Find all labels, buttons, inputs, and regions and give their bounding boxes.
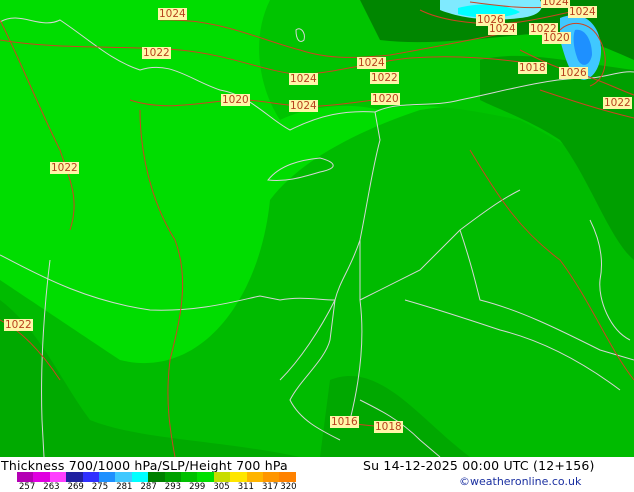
colorbar-tick-label: 269 bbox=[67, 482, 84, 492]
colorbar-tick-label: 257 bbox=[19, 482, 36, 492]
isobar-label: 1024 bbox=[568, 6, 597, 18]
isobar-label: 1022 bbox=[4, 319, 33, 331]
isobar-label: 1024 bbox=[289, 73, 318, 85]
colorbar-segment bbox=[246, 472, 264, 482]
colorbar-segment bbox=[66, 472, 84, 482]
colorbar-tick-label: 320 bbox=[280, 482, 297, 492]
colorbar-segment bbox=[17, 472, 34, 482]
isobar-label: 1022 bbox=[142, 47, 171, 59]
colorbar-segment bbox=[263, 472, 280, 482]
isobar-label: 1024 bbox=[541, 0, 570, 8]
colorbar-segment bbox=[164, 472, 182, 482]
colorbar-segment bbox=[279, 472, 297, 482]
colorbar-segment bbox=[230, 472, 248, 482]
colorbar-segment bbox=[213, 472, 231, 482]
isobar-label: 1018 bbox=[374, 421, 403, 433]
colorbar-tick-label: 281 bbox=[116, 482, 133, 492]
colorbar-segment bbox=[197, 472, 215, 482]
map-footer: Thickness 700/1000 hPa/SLP/Height 700 hP… bbox=[0, 457, 634, 492]
colorbar-segment bbox=[115, 472, 133, 482]
isobar-label: 1016 bbox=[330, 416, 359, 428]
weather-map: 1024 1022 1024 1024 1022 1020 1024 1020 … bbox=[0, 0, 634, 457]
colorbar-segment bbox=[99, 472, 116, 482]
colorbar-segment bbox=[49, 472, 67, 482]
isobar-label: 1020 bbox=[542, 32, 571, 44]
credit-link[interactable]: ©weatheronline.co.uk bbox=[459, 475, 581, 488]
isobar-label: 1026 bbox=[559, 67, 588, 79]
colorbar-tick-label: 311 bbox=[237, 482, 254, 492]
colorbar-tick-label: 263 bbox=[43, 482, 60, 492]
isobar-label: 1024 bbox=[488, 23, 517, 35]
colorbar-tick-label: 293 bbox=[164, 482, 182, 492]
colorbar-segment bbox=[148, 472, 166, 482]
isobar-label: 1024 bbox=[289, 100, 318, 112]
colorbar-tick-label: 299 bbox=[189, 482, 206, 492]
isobar-label: 1020 bbox=[221, 94, 250, 106]
colorbar-tick-label: 275 bbox=[91, 482, 109, 492]
map-title: Thickness 700/1000 hPa/SLP/Height 700 hP… bbox=[1, 458, 288, 473]
isobar-label: 1020 bbox=[371, 93, 400, 105]
colorbar-segment bbox=[131, 472, 149, 482]
isobar-label: 1024 bbox=[158, 8, 187, 20]
colorbar-tick-label: 317 bbox=[262, 482, 279, 492]
isobar-label: 1024 bbox=[357, 57, 386, 69]
colorbar-segment bbox=[33, 472, 51, 482]
isobar-label: 1018 bbox=[518, 62, 547, 74]
valid-time: Su 14-12-2025 00:00 UTC (12+156) bbox=[363, 458, 595, 473]
colorbar-tick-label: 305 bbox=[213, 482, 230, 492]
isobar-label: 1022 bbox=[50, 162, 79, 174]
isobar-label: 1022 bbox=[603, 97, 632, 109]
colorbar-segment bbox=[181, 472, 198, 482]
colorbar-tick-label: 287 bbox=[140, 482, 157, 492]
isobar-label: 1022 bbox=[370, 72, 399, 84]
colorbar-segment bbox=[82, 472, 100, 482]
